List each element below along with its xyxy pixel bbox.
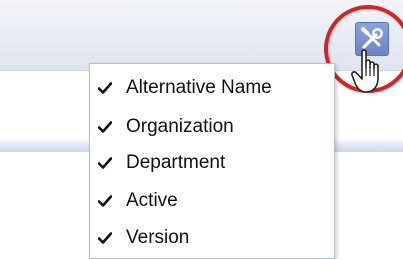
menu-item-active[interactable]: Active (90, 185, 334, 217)
column-visibility-menu: Alternative Name Organization Department… (89, 63, 335, 259)
hand-pointer-icon (351, 49, 379, 93)
menu-item-label: Alternative Name (126, 77, 272, 98)
menu-item-label: Active (126, 190, 178, 211)
menu-item-department[interactable]: Department (90, 147, 334, 179)
check-icon (98, 195, 112, 207)
menu-item-version[interactable]: Version (90, 222, 334, 254)
menu-item-organization[interactable]: Organization (90, 111, 334, 143)
check-icon (98, 82, 112, 94)
check-icon (98, 121, 112, 133)
menu-item-label: Organization (126, 116, 234, 137)
menu-item-label: Version (126, 227, 190, 248)
check-icon (98, 157, 112, 169)
menu-item-label: Department (126, 152, 226, 173)
menu-item-alternative-name[interactable]: Alternative Name (90, 72, 334, 104)
check-icon (98, 232, 112, 244)
